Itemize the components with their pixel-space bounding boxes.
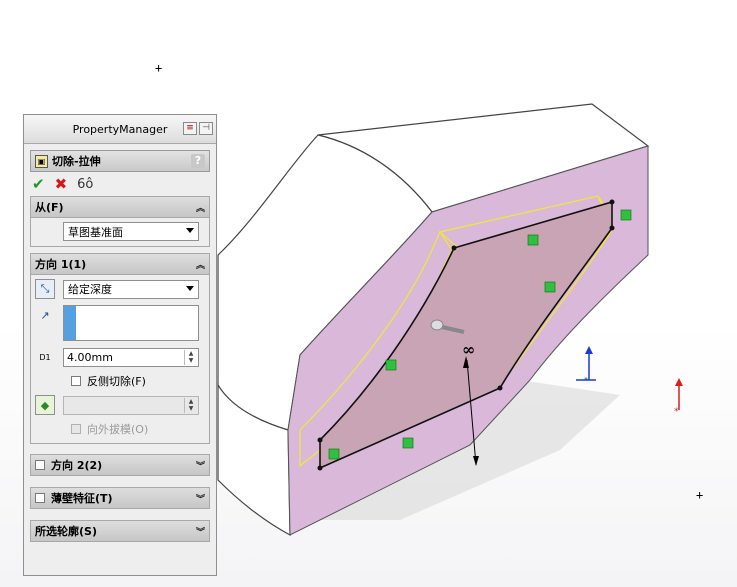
detailed-preview-button[interactable]: 6ô: [77, 177, 93, 192]
flip-side-to-cut-checkbox[interactable]: 反侧切除(F): [71, 373, 146, 389]
collapse-chevron-icon[interactable]: ︽: [196, 201, 205, 214]
cancel-button[interactable]: ✖: [55, 175, 68, 193]
dropdown-arrow-icon: [186, 228, 194, 233]
direction2-group-label: 方向 2(2): [51, 459, 103, 472]
listbox-selection-marker: [64, 306, 76, 340]
collapse-chevron-icon[interactable]: ︽: [196, 258, 205, 271]
svg-text:*: *: [674, 407, 679, 417]
flip-side-label: 反侧切除(F): [87, 375, 146, 388]
selected-contours-group[interactable]: 所选轮廓(S) ︾: [30, 520, 210, 542]
triad-red: *: [674, 378, 683, 417]
panel-layout-icon[interactable]: ≡: [183, 122, 197, 135]
svg-text:*: *: [584, 376, 588, 385]
direction2-group[interactable]: 方向 2(2) ︾: [30, 454, 210, 476]
ok-button[interactable]: ✔: [32, 175, 45, 193]
depth-spinbox[interactable]: 4.00mm ▲ ▼: [63, 347, 199, 367]
from-group-label: 从(F): [35, 201, 64, 214]
from-start-condition-select[interactable]: 草图基准面: [63, 222, 199, 241]
end-condition-select[interactable]: 给定深度: [63, 279, 199, 299]
thin-feature-group-label: 薄壁特征(T): [51, 492, 113, 505]
property-manager-header: PropertyManager ≡ ⊣: [24, 115, 216, 144]
depth-d1-icon: D1: [35, 347, 55, 367]
end-condition-value: 给定深度: [68, 283, 112, 296]
feature-title: 切除-拉伸: [52, 155, 101, 168]
help-button[interactable]: ?: [191, 154, 205, 168]
depth-infinity-symbol: ∞: [462, 340, 476, 359]
direction2-group-header[interactable]: 方向 2(2) ︾: [31, 455, 209, 475]
action-buttons: ✔ ✖ 6ô: [24, 172, 216, 196]
draft-outward-label: 向外拔模(O): [87, 423, 149, 436]
direction1-group-header[interactable]: 方向 1(1) ︽: [31, 254, 209, 275]
direction1-group: 方向 1(1) ︽ ⤡ 给定深度 ↗ D1 4.00mm ▲ ▼ 反侧切除(F)…: [30, 253, 210, 444]
dropdown-arrow-icon: [186, 285, 194, 291]
extruded-cut-icon: ▣: [35, 154, 48, 168]
cursor-cross-icon: +: [155, 61, 163, 75]
thin-feature-group[interactable]: 薄壁特征(T) ︾: [30, 487, 210, 509]
pin-icon[interactable]: ⊣: [199, 122, 213, 135]
direction-vector-icon: ↗: [40, 308, 50, 322]
triad-blue: *: [576, 346, 596, 385]
direction1-group-label: 方向 1(1): [35, 258, 87, 271]
feature-header: ▣ 切除-拉伸 ?: [30, 150, 210, 172]
direction-vector-listbox[interactable]: [63, 305, 199, 341]
from-group: 从(F) ︽ 草图基准面: [30, 196, 210, 247]
property-manager-panel: PropertyManager ≡ ⊣ ▣ 切除-拉伸 ? ✔ ✖ 6ô 从(F…: [23, 114, 217, 576]
thin-feature-group-header[interactable]: 薄壁特征(T) ︾: [31, 488, 209, 508]
expand-chevron-icon[interactable]: ︾: [196, 525, 205, 538]
thin-feature-checkbox[interactable]: [35, 493, 45, 503]
from-start-condition-value: 草图基准面: [68, 225, 123, 239]
depth-value: 4.00mm: [67, 350, 113, 364]
property-manager-title: PropertyManager: [72, 122, 168, 136]
spin-arrows-icon: ▲ ▼: [184, 397, 197, 413]
selected-contours-group-header[interactable]: 所选轮廓(S) ︾: [31, 521, 209, 541]
from-group-header[interactable]: 从(F) ︽: [31, 197, 209, 218]
selected-contours-group-label: 所选轮廓(S): [35, 525, 97, 538]
draft-outward-checkbox: 向外拔模(O): [71, 421, 148, 437]
expand-chevron-icon[interactable]: ︾: [196, 492, 205, 505]
reverse-direction-icon[interactable]: ⤡: [35, 279, 55, 299]
spin-arrows-icon[interactable]: ▲ ▼: [184, 349, 197, 365]
draft-outward-checkbox-box: [71, 424, 81, 434]
draft-toggle-icon[interactable]: ◆: [35, 395, 55, 415]
expand-chevron-icon[interactable]: ︾: [196, 459, 205, 472]
direction2-checkbox[interactable]: [35, 460, 45, 470]
depth-d1-label: D1: [39, 352, 51, 362]
cursor-cross-icon: +: [696, 488, 704, 502]
draft-angle-spinbox: ▲ ▼: [63, 395, 199, 415]
flip-side-checkbox-box[interactable]: [71, 376, 81, 386]
